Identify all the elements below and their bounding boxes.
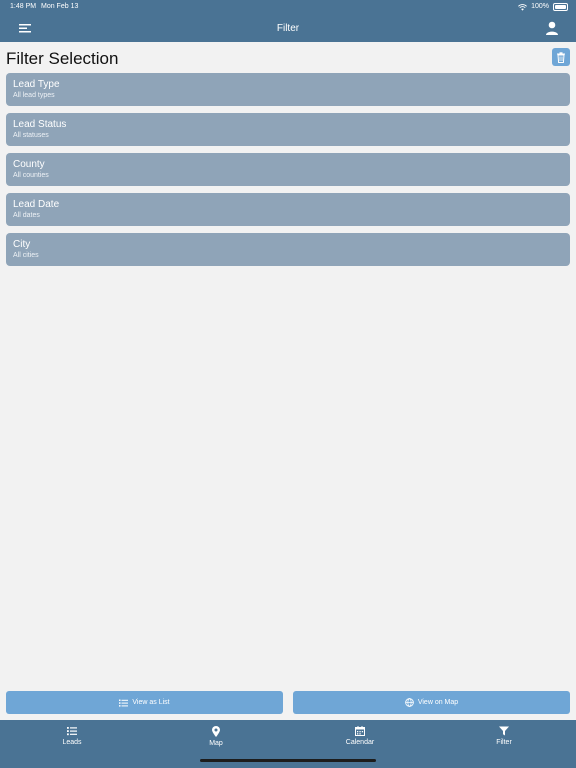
filter-label: County [13, 159, 45, 170]
tab-label: Leads [62, 739, 82, 746]
status-right: 100% [518, 0, 568, 14]
filter-label: City [13, 239, 31, 250]
list-icon [67, 727, 77, 736]
nav-title: Filter [276, 22, 300, 34]
view-as-list-label: View as List [132, 699, 170, 706]
view-on-map-button[interactable]: View on Map [293, 691, 570, 714]
tab-leads[interactable]: Leads [0, 726, 144, 746]
view-on-map-label: View on Map [417, 699, 459, 706]
filter-label: Lead Status [13, 119, 67, 130]
filter-label: Lead Date [13, 199, 60, 210]
battery-percent: 100% [531, 3, 549, 10]
filter-list: Lead Type All lead types Lead Status All… [6, 73, 570, 273]
filter-value: All counties [13, 172, 49, 179]
map-pin-icon [212, 726, 220, 737]
filter-county[interactable]: County All counties [6, 153, 570, 186]
filter-value: All dates [13, 212, 40, 219]
top-bar: 1:48 PM Mon Feb 13 100% Filter [0, 0, 576, 42]
page-title: Filter Selection [6, 49, 119, 68]
tab-map[interactable]: Map [144, 726, 288, 747]
list-icon [119, 699, 129, 707]
clear-filters-button[interactable] [552, 48, 570, 66]
view-as-list-button[interactable]: View as List [6, 691, 283, 714]
filter-lead-status[interactable]: Lead Status All statuses [6, 113, 570, 146]
calendar-icon [355, 726, 365, 736]
filter-lead-type[interactable]: Lead Type All lead types [6, 73, 570, 106]
filter-city[interactable]: City All cities [6, 233, 570, 266]
status-date: Mon Feb 13 [41, 3, 79, 10]
filter-value: All statuses [13, 132, 49, 139]
home-indicator [200, 759, 376, 762]
status-time: 1:48 PM [10, 3, 37, 10]
status-bar: 1:48 PM Mon Feb 13 100% [0, 0, 576, 14]
filter-icon [499, 726, 509, 736]
tab-label: Map [209, 740, 223, 747]
tab-filter[interactable]: Filter [432, 726, 576, 746]
filter-value: All lead types [13, 92, 55, 99]
menu-icon[interactable] [18, 21, 34, 35]
filter-label: Lead Type [13, 79, 60, 90]
globe-icon [405, 698, 414, 707]
battery-icon [553, 3, 568, 11]
trash-icon [557, 51, 565, 63]
tab-label: Calendar [345, 739, 375, 746]
filter-value: All cities [13, 252, 39, 259]
user-icon[interactable] [544, 20, 560, 36]
tab-label: Filter [496, 739, 512, 746]
tab-calendar[interactable]: Calendar [288, 726, 432, 746]
nav-bar: Filter [0, 14, 576, 42]
wifi-icon [518, 3, 528, 11]
filter-lead-date[interactable]: Lead Date All dates [6, 193, 570, 226]
